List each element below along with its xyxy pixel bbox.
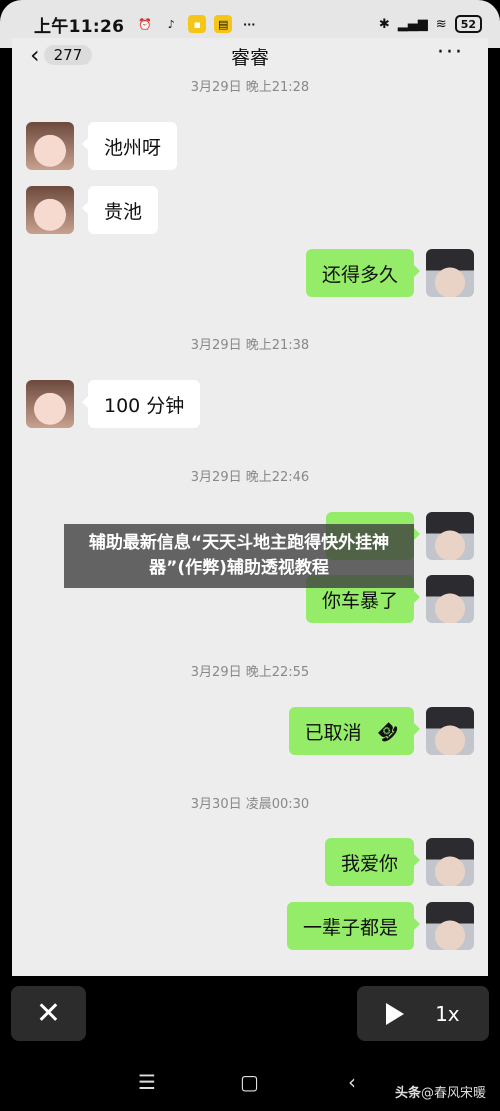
timestamp: 3月29日 晚上22:55: [190, 665, 310, 680]
contact-avatar[interactable]: [26, 380, 74, 428]
back-nav-icon[interactable]: ‹: [348, 1070, 356, 1094]
message-bubble-right[interactable]: 一辈子都是: [286, 902, 421, 950]
message-bubble-left[interactable]: 贵池: [81, 186, 159, 234]
timestamp: 3月29日 晚上21:28: [190, 80, 310, 95]
status-app-icons: ⏰ ♪ ▪ ▤ ···: [136, 15, 258, 33]
close-button[interactable]: ✕: [11, 986, 86, 1041]
my-avatar[interactable]: [426, 512, 474, 560]
timestamp: 3月30日 凌晨00:30: [190, 797, 310, 812]
phone-hangup-icon: ☎: [371, 715, 403, 747]
more-options-icon[interactable]: ···: [437, 40, 464, 65]
status-time: 上午11:26: [34, 16, 125, 37]
status-right: ✱ ▂▄▆ ≋ 52: [379, 15, 482, 33]
bluetooth-icon: ✱: [378, 16, 390, 32]
app-notification-icon: ▪: [188, 15, 207, 33]
play-icon[interactable]: [386, 1002, 405, 1025]
message-bubble-left[interactable]: 池州呀: [81, 122, 178, 170]
more-notifications-icon: ···: [242, 17, 256, 31]
chat-title: 睿睿: [230, 47, 269, 69]
call-status-text: 已取消: [304, 721, 362, 744]
contact-avatar[interactable]: [26, 186, 74, 234]
home-icon[interactable]: ▢: [240, 1070, 259, 1094]
chat-screen: ‹ 277 睿睿 ··· 3月29日 晚上21:28 池州呀 贵池 还得多久 3…: [12, 38, 488, 976]
timestamp: 3月29日 晚上22:46: [190, 470, 310, 485]
app-notification-icon-2: ▤: [214, 15, 233, 33]
watermark: 头条@春风宋暖: [395, 1082, 486, 1101]
overlay-headline: 辅助最新信息“天天斗地主跑得快外挂神器”(作弊)辅助透视教程: [64, 524, 414, 588]
alarm-icon: ⏰: [138, 17, 153, 31]
watermark-author: @春风宋暖: [420, 1086, 486, 1101]
message-bubble-right[interactable]: 我爱你: [324, 838, 421, 886]
message-bubble-right[interactable]: 还得多久: [305, 249, 421, 297]
watermark-brand: 头条: [394, 1086, 421, 1101]
chat-header: ‹ 277 睿睿 ···: [12, 38, 488, 72]
call-cancelled-bubble[interactable]: 已取消 ☎: [288, 707, 421, 755]
battery-indicator: 52: [454, 15, 482, 33]
screen: 上午11:26 ⏰ ♪ ▪ ▤ ··· ✱ ▂▄▆ ≋ 52 ‹ 277 睿睿 …: [0, 0, 500, 1111]
signal-icon: ▂▄▆: [397, 16, 428, 32]
close-icon: ✕: [35, 996, 62, 1031]
my-avatar[interactable]: [426, 707, 474, 755]
my-avatar[interactable]: [426, 575, 474, 623]
message-bubble-left[interactable]: 100 分钟: [81, 380, 201, 428]
my-avatar[interactable]: [426, 249, 474, 297]
my-avatar[interactable]: [426, 902, 474, 950]
playback-controls: 1x: [357, 986, 489, 1041]
timestamp: 3月29日 晚上21:38: [190, 338, 310, 353]
contact-avatar[interactable]: [26, 122, 74, 170]
tiktok-icon: ♪: [167, 17, 175, 31]
playback-speed-button[interactable]: 1x: [435, 1002, 460, 1026]
menu-icon[interactable]: ☰: [138, 1070, 156, 1094]
my-avatar[interactable]: [426, 838, 474, 886]
wifi-icon: ≋: [435, 16, 447, 32]
